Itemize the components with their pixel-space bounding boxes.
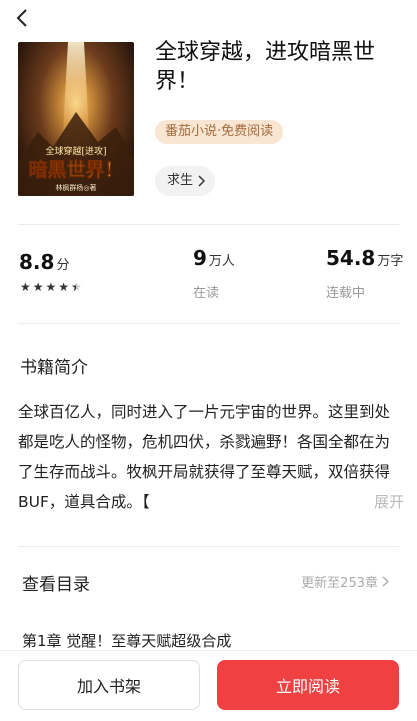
genre-label: 求生: [167, 173, 194, 188]
words-unit: 万字: [377, 254, 404, 269]
readers-stat: 9 万人: [193, 246, 235, 270]
words-status: 连载中: [326, 286, 366, 301]
score-value: 8.8: [19, 250, 55, 274]
cover-top-text: 全球穿越[进攻]: [45, 145, 106, 157]
words-stat: 54.8 万字: [326, 246, 403, 270]
half-star-icon: ★★: [71, 280, 82, 294]
readers-unit: 万人: [208, 254, 235, 269]
readers-label: 在读: [193, 286, 220, 301]
book-title: 全球穿越，进攻暗黑世界！: [155, 40, 376, 94]
chapter-item[interactable]: 第1章 觉醒！至尊天赋超级合成: [22, 630, 231, 651]
catalog-label: 查看目录: [22, 575, 90, 595]
add-to-shelf-button[interactable]: 加入书架: [18, 660, 200, 710]
star-rating: ★ ★ ★ ★ ★★: [20, 280, 82, 294]
expand-label: 展开: [373, 492, 404, 511]
intro-heading: 书籍简介: [20, 358, 88, 378]
star-icon: ★: [58, 280, 70, 294]
update-status: 更新至253章: [301, 572, 389, 591]
chevron-right-icon: [198, 175, 206, 187]
read-now-button[interactable]: 立即阅读: [217, 660, 399, 710]
score-unit: 分: [56, 258, 70, 273]
divider-top: [18, 224, 399, 225]
star-icon: ★: [20, 280, 31, 294]
divider-intro: [18, 546, 399, 547]
back-button[interactable]: [10, 6, 34, 30]
cover-art: 全球穿越[进攻] 暗黑世界！ 林枫群杨◎著: [18, 42, 134, 196]
star-icon: ★: [32, 280, 44, 294]
words-value: 54.8: [326, 246, 376, 270]
chevron-left-icon: [16, 9, 27, 27]
source-tag: 番茄小说·免费阅读: [155, 120, 284, 144]
readers-value: 9: [193, 246, 207, 270]
score-stat: 8.8 分: [19, 250, 69, 274]
cover-author-text: 林枫群杨◎著: [55, 183, 96, 192]
expand-button[interactable]: 展开: [300, 487, 410, 515]
star-icon: ★: [45, 280, 57, 294]
book-cover[interactable]: 全球穿越[进攻] 暗黑世界！ 林枫群杨◎著: [18, 42, 134, 196]
cover-main-text: 暗黑世界！: [28, 158, 123, 181]
genre-chip[interactable]: 求生: [155, 166, 216, 196]
chevron-right-icon: [382, 576, 389, 587]
divider-stats: [18, 323, 399, 324]
update-text: 更新至253章: [301, 576, 378, 591]
